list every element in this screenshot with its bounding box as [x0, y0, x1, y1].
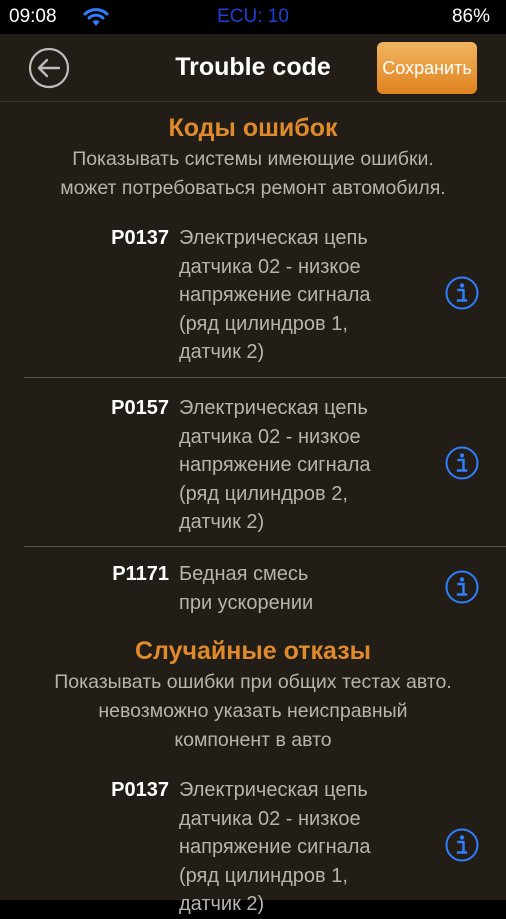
- status-bar: 09:08 ECU: 10 86%: [0, 0, 506, 34]
- divider: [24, 546, 506, 547]
- info-icon[interactable]: [445, 276, 479, 310]
- section-title-error-codes: Коды ошибок: [168, 114, 338, 142]
- description-line: датчика 02 - низкое: [179, 255, 361, 278]
- battery-percent: 86%: [451, 6, 490, 27]
- description-line: Электрическая цепь: [179, 397, 368, 419]
- description-line: (ряд цилиндров 1,: [179, 864, 348, 887]
- description-line: датчик 2): [179, 511, 265, 533]
- description-line: Электрическая цепь: [179, 779, 368, 801]
- description-line: при ускорении: [179, 591, 314, 614]
- info-icon[interactable]: [445, 570, 479, 604]
- trouble-code-row[interactable]: P0157 Электрическая цепь датчика 02 - ни…: [0, 394, 506, 534]
- description-line: может потребоваться ремонт автомобиля.: [60, 177, 446, 199]
- description-line: напряжение сигнала: [179, 284, 371, 306]
- description-line: (ряд цилиндров 1,: [179, 312, 348, 335]
- description-line: Показывать системы имеющие ошибки.: [72, 148, 434, 170]
- trouble-code-row[interactable]: P0137 Электрическая цепь датчика 02 - ни…: [0, 776, 506, 916]
- trouble-code-row[interactable]: P1171 Бедная смесь при ускорении: [0, 560, 506, 620]
- description-line: датчик 2): [179, 341, 265, 363]
- description-line: Показывать ошибки при общих тестах авто.: [54, 671, 452, 693]
- info-icon[interactable]: [445, 828, 479, 862]
- description-line: напряжение сигнала: [179, 836, 371, 858]
- description-line: Бедная смесь: [179, 563, 309, 585]
- description-line: напряжение сигнала: [179, 454, 371, 476]
- trouble-code: P0157: [111, 397, 169, 419]
- section-description: Показывать системы имеющие ошибки. может…: [0, 145, 506, 203]
- info-icon[interactable]: [445, 446, 479, 480]
- navigation-bar: Trouble code Сохранить: [0, 34, 506, 102]
- ecu-indicator: ECU: 10: [217, 6, 289, 27]
- trouble-code-description: Бедная смесь при ускорении: [179, 560, 434, 617]
- description-line: датчика 02 - низкое: [179, 807, 361, 830]
- description-line: датчик 2): [179, 893, 265, 915]
- app-screen: Trouble code Сохранить Коды ошибок Показ…: [0, 34, 506, 915]
- description-line: датчика 02 - низкое: [179, 425, 361, 448]
- description-line: невозможно указать неисправный: [98, 700, 408, 722]
- save-button[interactable]: Сохранить: [377, 42, 477, 94]
- section-title-random-failures: Случайные отказы: [135, 637, 371, 665]
- description-line: Электрическая цепь: [179, 227, 368, 249]
- trouble-code-description: Электрическая цепь датчика 02 - низкое н…: [179, 224, 434, 367]
- description-line: компонент в авто: [174, 729, 332, 751]
- trouble-code-row[interactable]: P0137 Электрическая цепь датчика 02 - ни…: [0, 224, 506, 364]
- divider: [24, 377, 506, 378]
- description-line: (ряд цилиндров 2,: [179, 482, 348, 505]
- trouble-code: P1171: [112, 563, 169, 585]
- trouble-code-description: Электрическая цепь датчика 02 - низкое н…: [179, 776, 434, 919]
- trouble-code: P0137: [111, 779, 169, 801]
- trouble-code-description: Электрическая цепь датчика 02 - низкое н…: [179, 394, 434, 537]
- section-description: Показывать ошибки при общих тестах авто.…: [0, 668, 506, 755]
- trouble-code: P0137: [111, 227, 169, 249]
